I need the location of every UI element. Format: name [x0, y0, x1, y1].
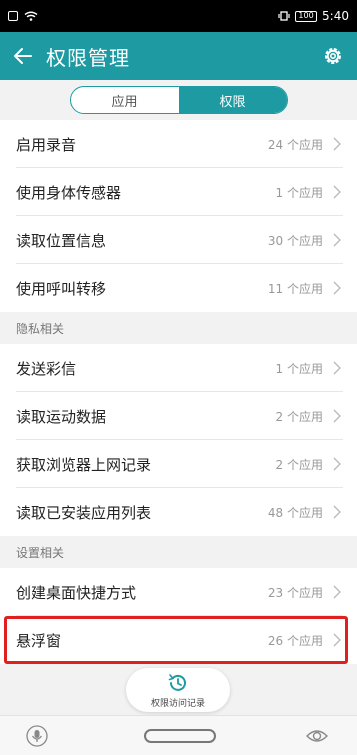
chevron-right-icon [333, 233, 341, 247]
item-count: 11 个应用 [267, 281, 323, 296]
chevron-right-icon [333, 361, 341, 375]
chevron-right-icon [333, 409, 341, 423]
chevron-right-icon [333, 633, 341, 647]
status-bar: 100 5:40 [0, 0, 357, 32]
notification-icon [8, 11, 18, 21]
tab-apps[interactable]: 应用 [71, 87, 179, 113]
title-bar: 权限管理 [0, 32, 357, 80]
access-record-label: 权限访问记录 [150, 698, 205, 709]
item-label: 发送彩信 [16, 359, 77, 378]
item-label: 获取浏览器上网记录 [16, 455, 152, 474]
vibrate-icon [278, 11, 290, 21]
list-item-floating-window[interactable]: 悬浮窗 26 个应用 [0, 616, 357, 664]
item-label: 读取位置信息 [16, 231, 107, 250]
list-item[interactable]: 创建桌面快捷方式 23 个应用 [0, 568, 357, 616]
list-item[interactable]: 启用录音 24 个应用 [0, 120, 357, 168]
chevron-right-icon [333, 281, 341, 295]
item-count: 1 个应用 [275, 185, 323, 200]
item-count: 23 个应用 [267, 585, 323, 600]
item-label: 读取已安装应用列表 [16, 503, 152, 522]
chevron-right-icon [333, 585, 341, 599]
chevron-right-icon [333, 137, 341, 151]
list-item[interactable]: 使用呼叫转移 11 个应用 [0, 264, 357, 312]
list-item[interactable]: 使用身体传感器 1 个应用 [0, 168, 357, 216]
item-label: 启用录音 [16, 135, 77, 154]
access-record-button[interactable]: 权限访问记录 [126, 668, 230, 712]
gear-icon [325, 48, 341, 64]
item-label: 使用身体传感器 [16, 183, 122, 202]
status-time: 5:40 [322, 9, 349, 23]
chevron-right-icon [333, 185, 341, 199]
item-count: 1 个应用 [275, 361, 323, 376]
history-clock-icon [168, 673, 186, 691]
item-count: 2 个应用 [275, 457, 323, 472]
eye-icon[interactable] [306, 727, 328, 745]
battery-icon: 100 [295, 10, 318, 22]
permission-list: 启用录音 24 个应用 使用身体传感器 1 个应用 读取位置信息 30 个应用 … [0, 120, 357, 664]
chevron-right-icon [333, 505, 341, 519]
item-count: 48 个应用 [267, 505, 323, 520]
wifi-icon [24, 11, 38, 21]
back-arrow-icon [14, 48, 32, 64]
microphone-icon[interactable] [26, 725, 48, 747]
list-item[interactable]: 读取运动数据 2 个应用 [0, 392, 357, 440]
item-count: 26 个应用 [267, 633, 323, 648]
item-count: 30 个应用 [267, 233, 323, 248]
section-header-settings: 设置相关 [0, 536, 357, 568]
chevron-right-icon [333, 457, 341, 471]
status-bar-left [8, 11, 38, 21]
item-label: 使用呼叫转移 [16, 279, 107, 298]
page-title: 权限管理 [46, 45, 130, 70]
list-item[interactable]: 发送彩信 1 个应用 [0, 344, 357, 392]
tabs-container: 应用 权限 [0, 80, 357, 120]
home-button[interactable] [144, 729, 216, 743]
access-record-area: 权限访问记录 [0, 664, 357, 714]
status-bar-right: 100 5:40 [278, 9, 349, 23]
back-button[interactable] [0, 32, 46, 80]
item-label: 创建桌面快捷方式 [16, 583, 137, 602]
item-count: 24 个应用 [267, 137, 323, 152]
list-item[interactable]: 读取位置信息 30 个应用 [0, 216, 357, 264]
item-count: 2 个应用 [275, 409, 323, 424]
navigation-bar [0, 715, 357, 755]
section-header-privacy: 隐私相关 [0, 312, 357, 344]
list-item[interactable]: 获取浏览器上网记录 2 个应用 [0, 440, 357, 488]
item-label: 读取运动数据 [16, 407, 107, 426]
item-label: 悬浮窗 [16, 631, 62, 650]
settings-button[interactable] [319, 42, 347, 70]
list-item[interactable]: 读取已安装应用列表 48 个应用 [0, 488, 357, 536]
tab-permissions[interactable]: 权限 [178, 87, 287, 113]
segmented-control: 应用 权限 [69, 86, 288, 114]
